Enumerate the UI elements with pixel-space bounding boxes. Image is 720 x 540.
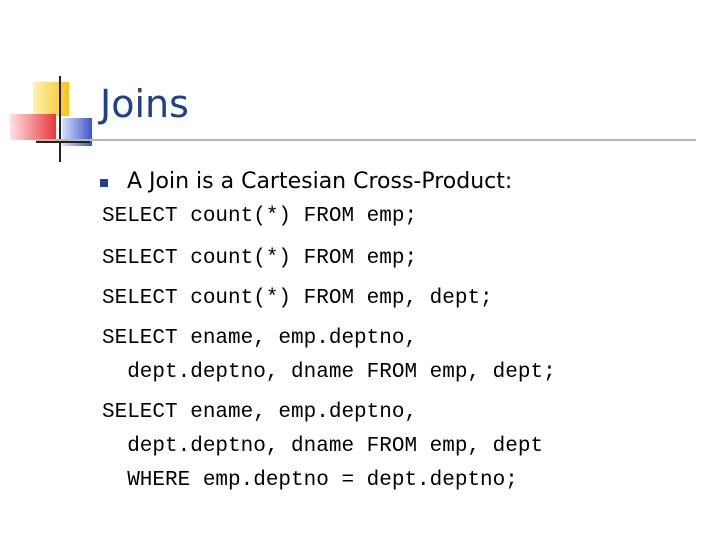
- sql-line-3: SELECT count(*) FROM emp, dept;: [102, 287, 493, 310]
- sql-line-8: WHERE emp.deptno = dept.deptno;: [102, 469, 518, 492]
- sql-line-5: dept.deptno, dname FROM emp, dept;: [102, 361, 556, 384]
- bullet-item: A Join is a Cartesian Cross-Product:: [100, 166, 512, 196]
- sql-line-4: SELECT ename, emp.deptno,: [102, 327, 418, 350]
- sql-line-2: SELECT count(*) FROM emp;: [102, 247, 418, 270]
- square-bullet-icon: [100, 179, 108, 187]
- sql-line-1: SELECT count(*) FROM emp;: [102, 205, 418, 228]
- bullet-text: A Join is a Cartesian Cross-Product:: [127, 168, 513, 194]
- slide-logo-icon: [10, 76, 92, 162]
- slide-title: Joins: [100, 82, 189, 126]
- sql-line-7: dept.deptno, dname FROM emp, dept: [102, 435, 544, 458]
- sql-line-6: SELECT ename, emp.deptno,: [102, 401, 418, 424]
- title-divider: [36, 139, 696, 141]
